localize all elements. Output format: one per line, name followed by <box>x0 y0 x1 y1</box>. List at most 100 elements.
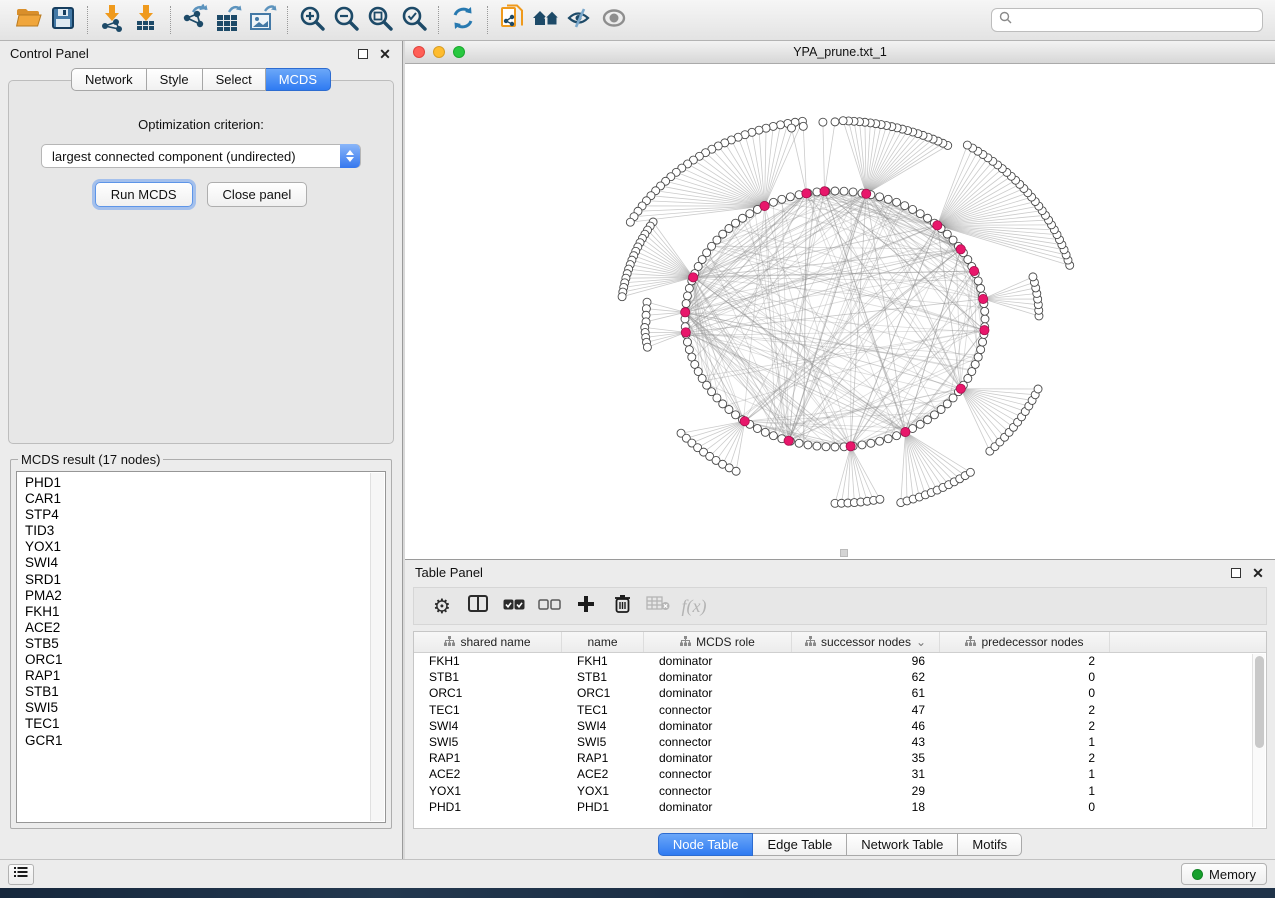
add-column-button[interactable] <box>568 591 604 621</box>
table-scrollbar-thumb[interactable] <box>1255 656 1264 748</box>
zoom-out-button[interactable] <box>329 4 363 36</box>
canvas-resize-grip[interactable] <box>840 549 848 557</box>
task-history-button[interactable] <box>8 864 34 885</box>
import-table-button[interactable] <box>129 4 163 36</box>
mcds-result-item[interactable]: CAR1 <box>25 491 385 507</box>
export-image-button[interactable] <box>246 4 280 36</box>
table-row[interactable]: STB1STB1dominator620 <box>414 669 1252 685</box>
cell: 35 <box>792 750 940 766</box>
zoom-in-button[interactable] <box>295 4 329 36</box>
table-row[interactable]: RAP1RAP1dominator352 <box>414 750 1252 766</box>
tab-mcds[interactable]: MCDS <box>266 68 331 91</box>
tab-motifs[interactable]: Motifs <box>958 833 1022 856</box>
table-row[interactable]: ORC1ORC1dominator610 <box>414 685 1252 701</box>
export-network-button[interactable] <box>178 4 212 36</box>
mcds-result-item[interactable]: RAP1 <box>25 668 385 684</box>
tab-network[interactable]: Network <box>71 68 147 91</box>
function-fx-icon: f(x) <box>682 596 707 617</box>
table-row[interactable]: YOX1YOX1connector291 <box>414 783 1252 799</box>
cell: connector <box>644 766 792 782</box>
cell: 31 <box>792 766 940 782</box>
tree-hierarchy-icon <box>680 635 691 649</box>
tab-edge-table[interactable]: Edge Table <box>753 833 847 856</box>
split-columns-icon <box>468 595 488 617</box>
cell: 0 <box>940 669 1110 685</box>
tab-style[interactable]: Style <box>147 68 203 91</box>
save-session-button[interactable] <box>46 4 80 36</box>
mcds-result-item[interactable]: GCR1 <box>25 733 385 749</box>
table-row[interactable]: SWI4SWI4dominator462 <box>414 718 1252 734</box>
column-header-successor-nodes[interactable]: successor nodes⌄ <box>792 632 940 652</box>
mcds-result-item[interactable]: STB5 <box>25 636 385 652</box>
refresh-view-button[interactable] <box>446 4 480 36</box>
mcds-result-item[interactable]: ORC1 <box>25 652 385 668</box>
tab-select[interactable]: Select <box>203 68 266 91</box>
cell: ACE2 <box>562 766 644 782</box>
export-table-button[interactable] <box>212 4 246 36</box>
cell: 2 <box>940 750 1110 766</box>
tab-node-table[interactable]: Node Table <box>658 833 754 856</box>
mcds-result-item[interactable]: PHD1 <box>25 475 385 491</box>
table-row[interactable]: SWI5SWI5connector431 <box>414 734 1252 750</box>
mcds-result-item[interactable]: SRD1 <box>25 572 385 588</box>
table-settings-button[interactable]: ⚙ <box>424 591 460 621</box>
first-neighbors-button[interactable] <box>529 4 563 36</box>
close-table-panel-button[interactable]: ✕ <box>1251 566 1265 580</box>
network-graph[interactable] <box>405 64 1272 559</box>
column-header-predecessor-nodes[interactable]: predecessor nodes <box>940 632 1110 652</box>
status-bar: Memory <box>0 859 1275 888</box>
column-header-shared-name[interactable]: shared name <box>414 632 562 652</box>
mcds-result-item[interactable]: SWI5 <box>25 700 385 716</box>
mcds-result-item[interactable]: FKH1 <box>25 604 385 620</box>
mcds-result-item[interactable]: PMA2 <box>25 588 385 604</box>
table-row[interactable]: FKH1FKH1dominator962 <box>414 653 1252 669</box>
deselect-all-rows-button[interactable] <box>532 591 568 621</box>
network-canvas[interactable] <box>405 64 1275 559</box>
cell: TEC1 <box>562 702 644 718</box>
mcds-result-item[interactable]: SWI4 <box>25 555 385 571</box>
toolbar-separator <box>170 6 171 34</box>
table-row[interactable]: TEC1TEC1connector472 <box>414 702 1252 718</box>
clone-network-button[interactable] <box>495 4 529 36</box>
column-header-name[interactable]: name <box>562 632 644 652</box>
delete-column-button[interactable] <box>604 591 640 621</box>
refresh-icon <box>450 5 476 36</box>
mcds-list-scrollbar[interactable] <box>370 473 384 821</box>
zoom-selected-icon <box>401 5 427 36</box>
mcds-result-item[interactable]: STP4 <box>25 507 385 523</box>
search-input[interactable] <box>1017 12 1255 28</box>
zoom-selected-button[interactable] <box>397 4 431 36</box>
cell: STB1 <box>414 669 562 685</box>
optimization-criterion-select[interactable]: largest connected component (undirected) <box>41 144 361 168</box>
close-mcds-panel-button[interactable]: Close panel <box>207 182 308 207</box>
run-mcds-button[interactable]: Run MCDS <box>95 182 193 207</box>
zoom-fit-button[interactable] <box>363 4 397 36</box>
network-view-frame: YPA_prune.txt_1 <box>405 41 1275 559</box>
close-panel-button[interactable]: ✕ <box>378 47 392 61</box>
column-header-MCDS-role[interactable]: MCDS role <box>644 632 792 652</box>
mcds-result-item[interactable]: YOX1 <box>25 539 385 555</box>
import-network-button[interactable] <box>95 4 129 36</box>
global-search-box[interactable] <box>991 8 1263 32</box>
mcds-result-item[interactable]: TID3 <box>25 523 385 539</box>
tab-network-table[interactable]: Network Table <box>847 833 958 856</box>
plus-icon <box>577 595 595 618</box>
export-table-icon <box>215 4 243 37</box>
split-panel-button[interactable] <box>460 591 496 621</box>
mcds-result-item[interactable]: ACE2 <box>25 620 385 636</box>
table-row[interactable]: ACE2ACE2connector311 <box>414 766 1252 782</box>
mcds-result-item[interactable]: STB1 <box>25 684 385 700</box>
zoom-fit-icon <box>367 5 393 36</box>
table-scrollbar[interactable] <box>1252 654 1265 827</box>
hide-selected-button[interactable] <box>563 4 597 36</box>
float-panel-button[interactable] <box>356 47 370 61</box>
select-all-rows-button[interactable] <box>496 591 532 621</box>
cell: SWI4 <box>414 718 562 734</box>
float-table-panel-button[interactable] <box>1229 566 1243 580</box>
cell: dominator <box>644 685 792 701</box>
open-file-button[interactable] <box>12 4 46 36</box>
memory-button[interactable]: Memory <box>1181 863 1267 885</box>
table-row[interactable]: PHD1PHD1dominator180 <box>414 799 1252 815</box>
list-icon <box>14 865 28 883</box>
mcds-result-item[interactable]: TEC1 <box>25 716 385 732</box>
